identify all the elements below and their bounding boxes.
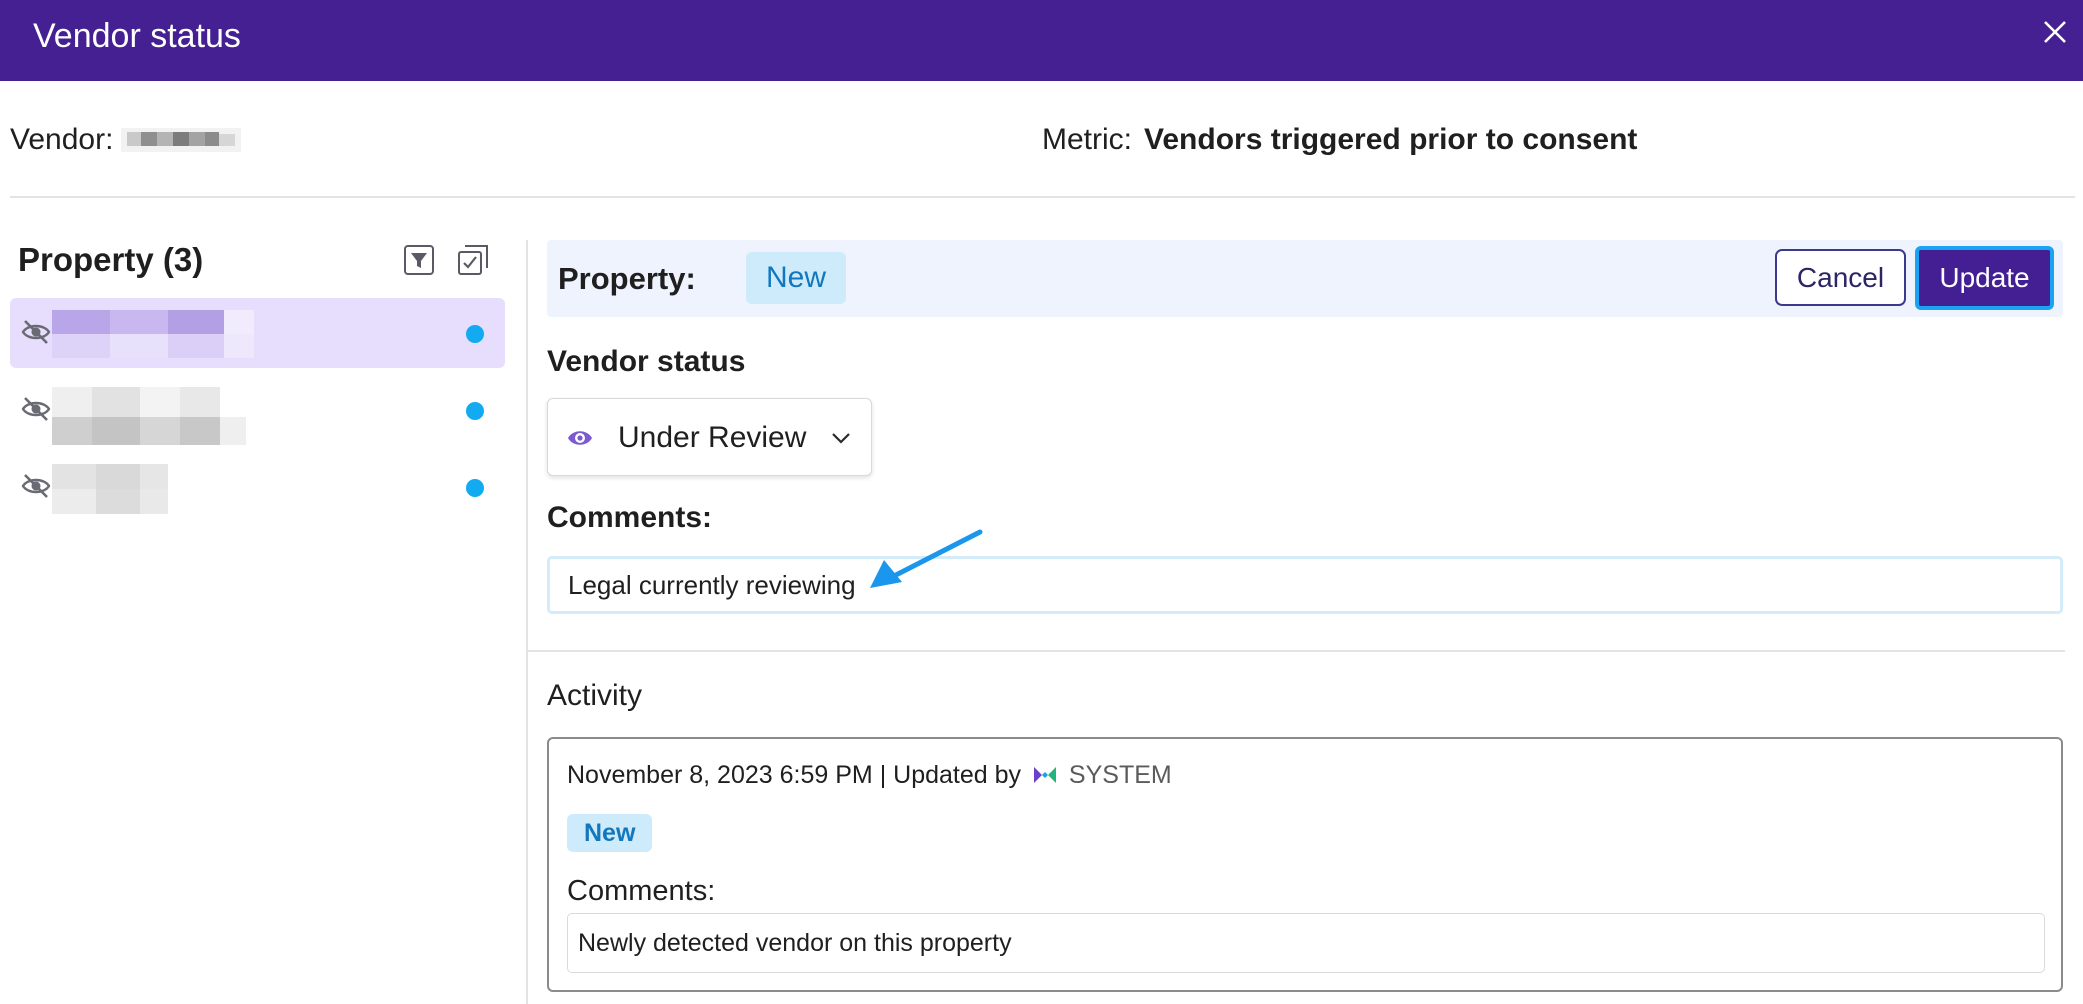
divider <box>526 650 2065 652</box>
dialog-header: Vendor status <box>0 0 2083 81</box>
property-name-redacted <box>52 387 246 445</box>
cancel-button[interactable]: Cancel <box>1775 249 1906 306</box>
property-item[interactable] <box>10 375 505 445</box>
activity-comment: Newly detected vendor on this property <box>567 913 2045 973</box>
status-dot <box>466 402 484 420</box>
panel-divider <box>526 240 528 1004</box>
status-dot <box>466 479 484 497</box>
property-name-redacted <box>52 464 168 514</box>
activity-meta: November 8, 2023 6:59 PM | Updated by SY… <box>567 759 1172 791</box>
activity-entry: November 8, 2023 6:59 PM | Updated by SY… <box>547 737 2063 992</box>
metric-label: Metric: <box>1042 123 1132 156</box>
activity-user: SYSTEM <box>1068 761 1172 789</box>
activity-title: Activity <box>547 679 643 712</box>
filter-icon[interactable] <box>402 243 436 277</box>
vendor-status-select[interactable]: Under Review <box>547 398 872 476</box>
close-icon <box>2044 21 2066 43</box>
property-header: Property: New Cancel Update <box>547 240 2063 317</box>
status-dot <box>466 325 484 343</box>
property-item[interactable] <box>10 452 505 522</box>
vendor-status-value: Under Review <box>618 421 807 454</box>
property-item[interactable] <box>10 298 505 368</box>
activity-updated-by-label: Updated by <box>893 761 1022 789</box>
close-button[interactable] <box>2037 14 2073 50</box>
vendor-name-redacted <box>121 128 241 152</box>
chevron-down-icon <box>832 433 850 444</box>
comments-input[interactable] <box>547 556 2063 614</box>
vendor-status-label: Vendor status <box>547 345 746 378</box>
activity-status-badge: New <box>567 814 653 852</box>
eye-off-icon <box>21 397 51 421</box>
vendor-label: Vendor: <box>10 123 114 156</box>
activity-separator: | <box>879 761 887 789</box>
metric-value: Vendors triggered prior to consent <box>1144 123 1638 156</box>
update-button[interactable]: Update <box>1915 246 2054 310</box>
divider <box>10 196 2075 198</box>
select-all-icon[interactable] <box>456 243 490 277</box>
metric: Metric: Vendors triggered prior to consen… <box>1042 122 1637 158</box>
eye-off-icon <box>21 474 51 498</box>
property-name-redacted <box>52 310 254 358</box>
eye-off-icon <box>21 320 51 344</box>
activity-timestamp: November 8, 2023 6:59 PM <box>567 761 873 789</box>
activity-comments-label: Comments: <box>567 875 716 907</box>
dialog-title: Vendor status <box>33 17 241 55</box>
system-logo-icon <box>1033 767 1056 783</box>
property-list-title: Property (3) <box>18 241 204 278</box>
comments-label: Comments: <box>547 501 713 534</box>
property-status-badge: New <box>746 252 847 304</box>
property-label: Property: <box>558 261 696 296</box>
eye-icon <box>568 431 592 445</box>
